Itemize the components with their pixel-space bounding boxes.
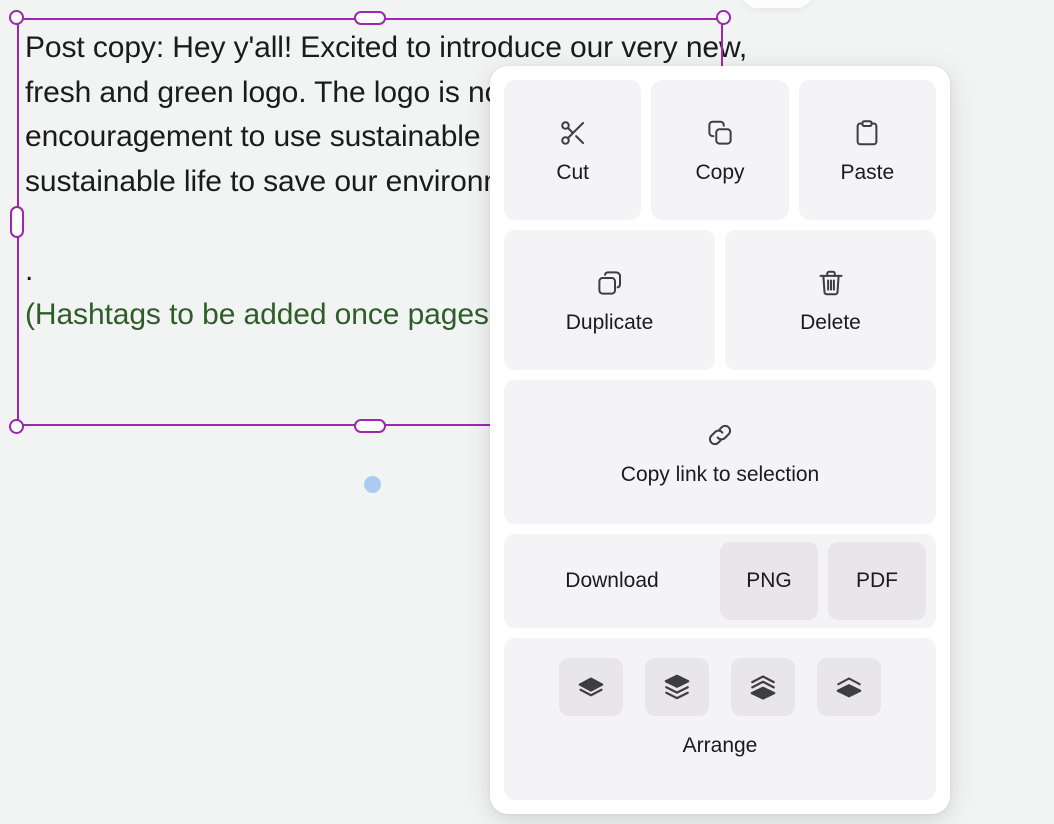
paste-button[interactable]: Paste [798,80,936,220]
bring-forward-button[interactable] [559,658,623,716]
arrange-buttons-row [559,658,881,716]
trash-icon [816,268,846,298]
download-label: Download [565,569,659,592]
delete-label: Delete [800,310,861,334]
bring-to-front-icon [662,672,692,702]
floating-toolbar-stub [742,0,812,8]
resize-handle-left[interactable] [10,206,24,238]
duplicate-label: Duplicate [565,310,654,334]
resize-handle-top[interactable] [354,11,386,25]
resize-handle-bottom-left[interactable] [9,419,24,434]
send-to-back-icon [834,672,864,702]
duplicate-button[interactable]: Duplicate [504,230,715,370]
collaborator-cursor-dot [364,476,381,493]
arrange-section: Arrange [504,638,936,800]
scissors-icon [558,118,588,148]
duplicate-icon [595,268,625,298]
resize-handle-bottom[interactable] [354,419,386,433]
send-backward-icon [748,672,778,702]
link-icon [705,420,735,450]
resize-handle-top-right[interactable] [716,10,731,25]
send-to-back-button[interactable] [817,658,881,716]
copy-button[interactable]: Copy [651,80,789,220]
clipboard-actions-row: Cut Copy Paste [504,80,936,220]
copy-icon [705,118,735,148]
cut-button[interactable]: Cut [504,80,642,220]
bring-to-front-button[interactable] [645,658,709,716]
arrange-label: Arrange [682,734,758,757]
send-backward-button[interactable] [731,658,795,716]
download-png-button[interactable]: PNG [720,542,818,620]
resize-handle-top-left[interactable] [9,10,24,25]
bring-forward-icon [576,672,606,702]
copy-label: Copy [695,160,745,184]
delete-button[interactable]: Delete [725,230,936,370]
context-menu[interactable]: Cut Copy Paste Duplicate Delete Copy lin… [490,66,950,814]
cut-label: Cut [556,160,589,184]
paste-label: Paste [840,160,895,184]
download-pdf-button[interactable]: PDF [828,542,926,620]
copy-link-to-selection-button[interactable]: Copy link to selection [504,380,936,524]
copy-link-label: Copy link to selection [620,462,820,486]
download-row: Download PNG PDF [504,534,936,628]
clipboard-icon [852,118,882,148]
object-actions-row: Duplicate Delete [504,230,936,370]
